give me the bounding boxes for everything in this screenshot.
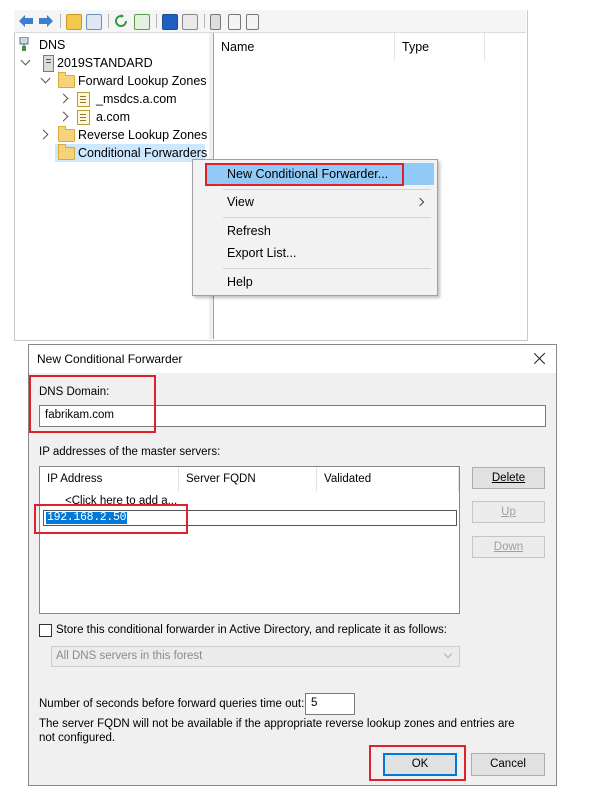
menu-item-label: Export List... — [227, 246, 297, 260]
ip-entry-value[interactable]: 192.168.2.50 — [46, 512, 128, 524]
back-icon[interactable] — [18, 14, 34, 28]
tree-node-server[interactable]: 2019STANDARD — [19, 54, 169, 72]
dialog-title: New Conditional Forwarder — [37, 352, 183, 366]
tree-node-label: Reverse Lookup Zones — [78, 128, 208, 142]
grid-header-validated[interactable]: Validated — [317, 467, 459, 491]
menu-item-label: View — [227, 195, 254, 209]
ok-button[interactable]: OK — [383, 753, 457, 776]
toolbar — [14, 10, 526, 33]
refresh-icon[interactable] — [114, 14, 128, 28]
tree-node-forward-lookup-zones[interactable]: Forward Lookup Zones — [39, 72, 209, 90]
grid-header-ip-address[interactable]: IP Address — [40, 467, 179, 491]
chevron-right-icon[interactable] — [38, 129, 49, 140]
delete-button-label: Delete — [491, 472, 526, 484]
tree-node-label: Forward Lookup Zones — [78, 74, 207, 88]
column-header-type[interactable]: Type — [395, 33, 485, 61]
tree-node-conditional-forwarders[interactable]: Conditional Forwarders — [55, 144, 208, 162]
dns-domain-input[interactable]: fabrikam.com — [39, 405, 546, 427]
store-in-ad-label: Store this conditional forwarder in Acti… — [56, 624, 447, 636]
close-icon[interactable] — [530, 349, 550, 369]
forward-icon[interactable] — [38, 14, 54, 28]
server-icon[interactable] — [210, 14, 221, 30]
chevron-down-icon — [443, 649, 453, 659]
column-header-name[interactable]: Name — [214, 33, 395, 61]
menu-item-label: New Conditional Forwarder... — [227, 167, 389, 181]
tree-node-label: _msdcs.a.com — [96, 92, 177, 106]
folder-icon — [58, 144, 75, 160]
chevron-down-icon[interactable] — [40, 73, 51, 84]
tree-node-label: a.com — [96, 110, 131, 124]
zone-icon — [77, 110, 90, 125]
menu-item-refresh[interactable]: Refresh — [193, 220, 437, 242]
console-tree: DNS 2019STANDARD Forward Lookup Zones _m… — [15, 33, 210, 339]
menu-item-export-list[interactable]: Export List... — [193, 242, 437, 264]
folder-icon — [58, 72, 75, 88]
chevron-right-icon[interactable] — [58, 93, 69, 104]
menu-item-help[interactable]: Help — [193, 271, 437, 293]
list-icon[interactable] — [228, 14, 241, 30]
context-menu: New Conditional Forwarder... View Refres… — [192, 159, 438, 296]
down-button[interactable]: Down — [472, 536, 545, 558]
help-icon[interactable] — [162, 14, 178, 30]
menu-item-label: Refresh — [227, 224, 271, 238]
toolbar-separator — [156, 14, 157, 28]
ip-entry-row[interactable]: 192.168.2.50 — [43, 510, 457, 526]
master-servers-grid: IP Address Server FQDN Validated <Click … — [39, 466, 460, 614]
tree-node-label: DNS — [39, 38, 66, 52]
show-hide-console-tree-icon[interactable] — [86, 14, 102, 30]
show-action-pane-icon[interactable] — [182, 14, 198, 30]
grid-header-server-fqdn[interactable]: Server FQDN — [179, 467, 317, 491]
dns-domain-label: DNS Domain: — [39, 386, 110, 398]
chevron-down-icon[interactable] — [20, 55, 31, 66]
toolbar-separator — [204, 14, 205, 28]
export-list-icon[interactable] — [134, 14, 150, 30]
menu-separator — [223, 268, 431, 269]
submenu-arrow-icon — [415, 197, 425, 207]
tree-node-reverse-lookup-zones[interactable]: Reverse Lookup Zones — [38, 126, 209, 144]
up-button-label: Up — [501, 506, 516, 518]
menu-separator — [223, 217, 431, 218]
timeout-label: Number of seconds before forward queries… — [39, 698, 305, 710]
ip-section-label: IP addresses of the master servers: — [39, 446, 221, 458]
up-button[interactable]: Up — [472, 501, 545, 523]
menu-item-label: Help — [227, 275, 253, 289]
tree-node-label: Conditional Forwarders — [78, 146, 208, 160]
toolbar-separator — [60, 14, 61, 28]
tree-node-zone-a[interactable]: a.com — [58, 108, 159, 126]
fqdn-note: The server FQDN will not be available if… — [39, 718, 515, 744]
zone-icon — [77, 92, 90, 107]
dns-icon — [19, 37, 29, 51]
tree-node-dns[interactable]: DNS — [17, 36, 117, 54]
menu-item-view[interactable]: View — [193, 191, 437, 213]
dialog-title-bar: New Conditional Forwarder — [29, 345, 556, 373]
delete-button[interactable]: Delete — [472, 467, 545, 489]
replication-scope-select[interactable]: All DNS servers in this forest — [51, 646, 460, 667]
add-row-placeholder[interactable]: <Click here to add a... — [65, 495, 177, 507]
menu-separator — [223, 189, 431, 190]
down-button-label: Down — [493, 541, 524, 553]
toolbar-separator — [108, 14, 109, 28]
menu-item-new-conditional-forwarder[interactable]: New Conditional Forwarder... — [207, 163, 434, 185]
replication-scope-value: All DNS servers in this forest — [56, 650, 203, 662]
tree-node-zone-msdcs[interactable]: _msdcs.a.com — [58, 90, 199, 108]
chevron-right-icon[interactable] — [58, 111, 69, 122]
up-folder-icon[interactable] — [66, 14, 82, 30]
timeout-input[interactable]: 5 — [305, 693, 355, 715]
store-in-ad-checkbox[interactable] — [39, 624, 52, 637]
cancel-button[interactable]: Cancel — [471, 753, 545, 776]
copy-icon[interactable] — [246, 14, 259, 30]
folder-icon — [58, 126, 75, 142]
tree-node-label: 2019STANDARD — [57, 56, 153, 70]
server-icon — [43, 55, 54, 72]
